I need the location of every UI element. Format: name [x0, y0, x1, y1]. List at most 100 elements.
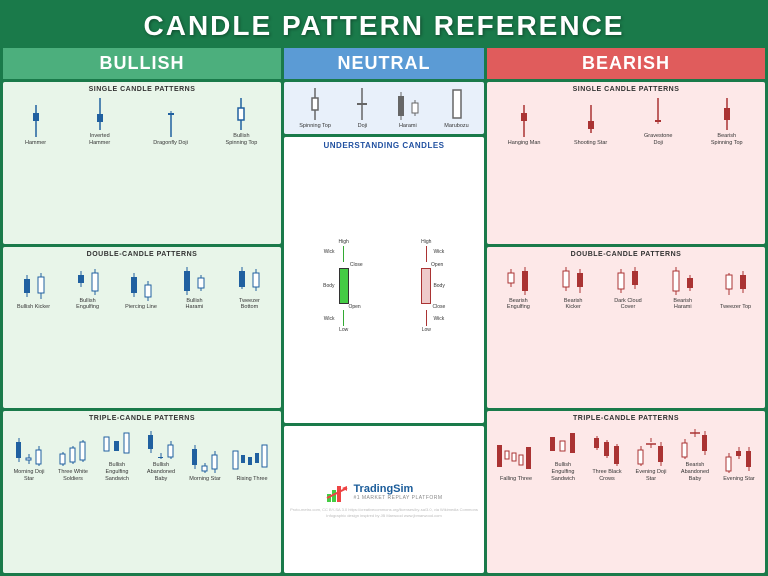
- list-item: Tweezer Bottom: [232, 261, 267, 311]
- content-area: BULLISH SINGLE CANDLE PATTERNS: [0, 48, 768, 576]
- marubozu-candle: [448, 86, 466, 122]
- list-item: Shooting Star: [574, 103, 607, 147]
- body-label-2: Body: [433, 283, 444, 289]
- dark-cloud-cover-candle: [614, 261, 642, 297]
- pattern-name: Harami: [399, 123, 417, 130]
- rising-three-candle: [231, 439, 273, 475]
- doji-candle: [353, 86, 371, 122]
- list-item: Bearish Spinning Top: [709, 96, 744, 146]
- pattern-name: Morning Star: [189, 476, 221, 483]
- list-item: Bullish Engulfing: [70, 261, 105, 311]
- pattern-name: Bullish Harami: [177, 298, 212, 311]
- pattern-name: Hammer: [25, 140, 46, 147]
- list-item: Bullish Abandoned Baby: [143, 425, 179, 482]
- wick-label-top-2: Wick: [433, 249, 444, 255]
- pattern-name: Falling Three: [500, 476, 532, 483]
- neutral-column: NEUTRAL Spinning Top: [284, 48, 484, 573]
- bearish-kicker-candle: [559, 261, 587, 297]
- pattern-name: Dark Cloud Cover: [610, 298, 645, 311]
- pattern-name: Bullish Kicker: [17, 304, 50, 311]
- understanding-title: UNDERSTANDING CANDLES: [288, 141, 480, 150]
- bullish-single-patterns: Hammer Inverted Hammer: [7, 96, 277, 146]
- credits: Proto-metro.com, CC BY-SA 3.0 https://cr…: [288, 507, 480, 518]
- list-item: Bullish Spinning Top: [224, 96, 259, 146]
- bullish-double-title: DOUBLE-CANDLE PATTERNS: [7, 251, 277, 258]
- three-white-soldiers-candle: [55, 432, 91, 468]
- list-item: Bullish Kicker: [17, 267, 50, 311]
- wick-label-bottom: Wick: [323, 316, 334, 322]
- bullish-engulfing-sandwich-candle: [99, 425, 135, 461]
- logo-text: TradingSim #1 MARKET REPLAY PLATFORM: [353, 483, 442, 501]
- neutral-header: NEUTRAL: [284, 48, 484, 79]
- wick-label-top: Wick: [323, 249, 334, 255]
- list-item: Inverted Hammer: [82, 96, 117, 146]
- inverted-hammer-candle: [91, 96, 109, 132]
- bullish-double-patterns: Bullish Kicker: [7, 261, 277, 311]
- evening-star-candle: [721, 439, 757, 475]
- pattern-name: Tweezer Bottom: [232, 298, 267, 311]
- pattern-name: Inverted Hammer: [82, 133, 117, 146]
- pattern-name: Bearish Engulfing: [501, 298, 536, 311]
- pattern-name: Bullish Spinning Top: [224, 133, 259, 146]
- list-item: Falling Three: [495, 439, 537, 483]
- pattern-name: Marubozu: [444, 123, 468, 130]
- morning-star-candle: [187, 439, 223, 475]
- pattern-name: Hanging Man: [508, 140, 541, 147]
- pattern-name: Rising Three: [236, 476, 267, 483]
- bullish-spinning-top-candle: [232, 96, 250, 132]
- bearish-double-box: DOUBLE-CANDLE PATTERNS: [487, 247, 765, 409]
- list-item: Bearish Engulfing: [501, 261, 536, 311]
- list-item: Spinning Top: [299, 86, 331, 130]
- pattern-name: Morning Doji Star: [12, 469, 47, 482]
- list-item: Rising Three: [231, 439, 273, 483]
- list-item: Morning Star: [187, 439, 223, 483]
- page-title: CANDLE PATTERN REFERENCE: [0, 10, 768, 42]
- low-label-2: Low: [422, 327, 431, 333]
- list-item: Bearish Kicker: [556, 261, 591, 311]
- body-label: Body: [323, 283, 334, 289]
- bullish-kicker-candle: [20, 267, 48, 303]
- high-label: High: [339, 239, 349, 245]
- pattern-name: Doji: [358, 123, 367, 130]
- list-item: Dark Cloud Cover: [610, 261, 645, 311]
- pattern-name: Evening Star: [723, 476, 755, 483]
- bearish-single-title: SINGLE CANDLE PATTERNS: [491, 86, 761, 93]
- list-item: Bullish Harami: [177, 261, 212, 311]
- piercing-line-candle: [127, 267, 155, 303]
- evening-doji-star-candle: [633, 432, 669, 468]
- tradingsim-logo-icon: [325, 480, 349, 504]
- bearish-double-patterns: Bearish Engulfing: [491, 261, 761, 311]
- tweezer-top-candle: [722, 267, 750, 303]
- pattern-name: Bullish Engulfing: [70, 298, 105, 311]
- pattern-name: Bearish Spinning Top: [709, 133, 744, 146]
- pattern-name: Bearish Harami: [665, 298, 700, 311]
- footer-logo: TradingSim #1 MARKET REPLAY PLATFORM: [325, 480, 442, 504]
- list-item: Harami: [394, 86, 422, 130]
- low-label: Low: [339, 327, 348, 333]
- bullish-column: BULLISH SINGLE CANDLE PATTERNS: [3, 48, 281, 573]
- footer-logo-area: TradingSim #1 MARKET REPLAY PLATFORM Pro…: [284, 426, 484, 573]
- morning-doji-candle: [11, 432, 47, 468]
- main-container: CANDLE PATTERN REFERENCE BULLISH SINGLE …: [0, 0, 768, 576]
- list-item: Evening Star: [721, 439, 757, 483]
- bullish-harami-candle: [180, 261, 208, 297]
- bearish-harami-candle: [669, 261, 697, 297]
- hanging-man-candle: [515, 103, 533, 139]
- list-item: Hammer: [25, 103, 46, 147]
- spinning-top-candle: [306, 86, 324, 122]
- bearish-header: BEARISH: [487, 48, 765, 79]
- header: CANDLE PATTERN REFERENCE: [0, 0, 768, 48]
- harami-candle: [394, 86, 422, 122]
- list-item: Bullish Engulfing Sandwich: [99, 425, 135, 482]
- list-item: Bearish Harami: [665, 261, 700, 311]
- bearish-double-title: DOUBLE-CANDLE PATTERNS: [491, 251, 761, 258]
- bearish-engulfing-sandwich-candle: [545, 425, 581, 461]
- hammer-candle: [27, 103, 45, 139]
- bearish-single-patterns: Hanging Man Shooting Star: [491, 96, 761, 146]
- list-item: Morning Doji Star: [11, 432, 47, 482]
- high-label-2: High: [421, 239, 431, 245]
- bearish-triple-patterns: Falling Three Bullish Engulfing Sandwich: [491, 425, 761, 482]
- bullish-abandoned-baby-candle: [143, 425, 179, 461]
- pattern-name: Evening Doji Star: [634, 469, 669, 482]
- pattern-name: Bullish Abandoned Baby: [144, 462, 179, 482]
